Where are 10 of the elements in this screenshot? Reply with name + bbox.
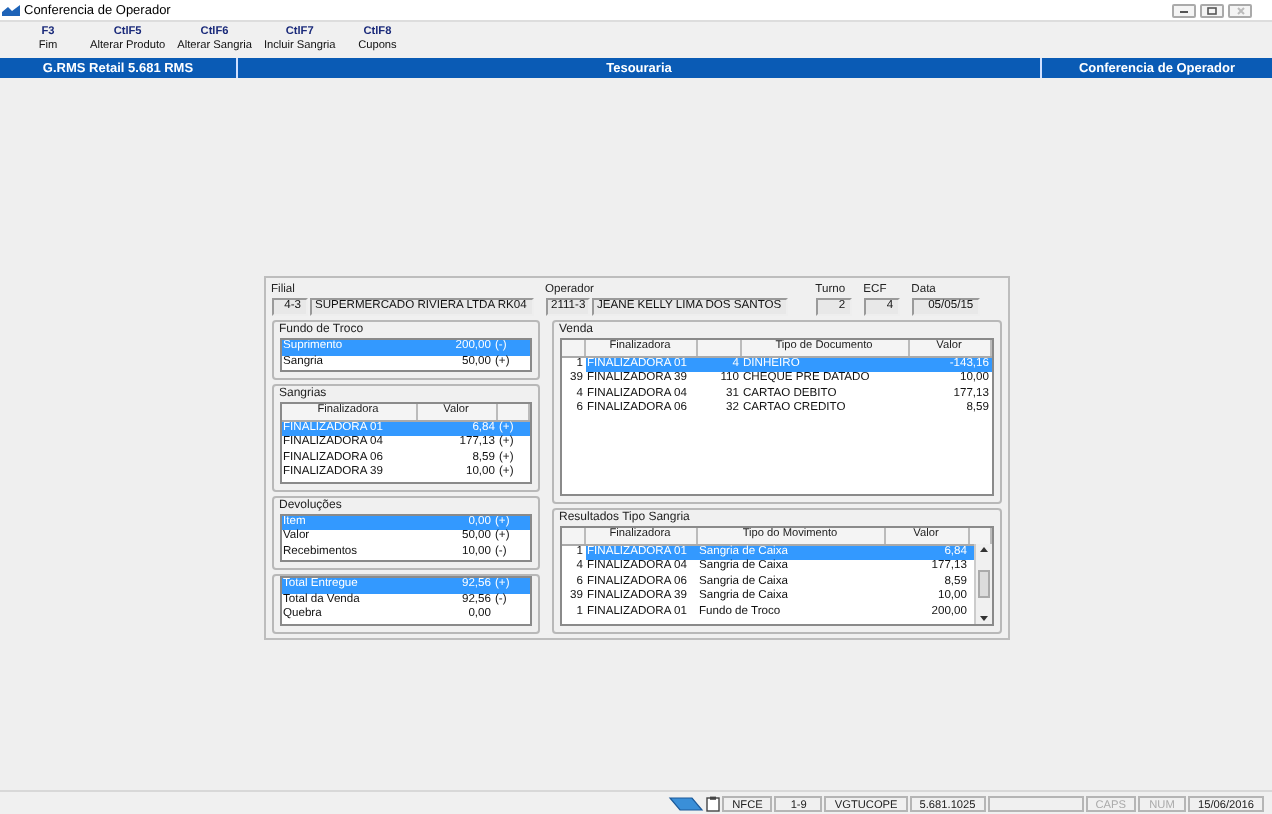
scrollbar[interactable] [973, 544, 991, 623]
restore-button[interactable] [1200, 3, 1224, 17]
scroll-down-icon[interactable] [977, 613, 989, 623]
clipboard-icon [706, 795, 721, 811]
app-icon [2, 4, 20, 16]
network-icon [668, 795, 705, 811]
restore-icon [1206, 5, 1218, 15]
minimize-button[interactable] [1172, 3, 1196, 17]
close-icon [1235, 5, 1245, 15]
minimize-icon [1178, 6, 1190, 14]
